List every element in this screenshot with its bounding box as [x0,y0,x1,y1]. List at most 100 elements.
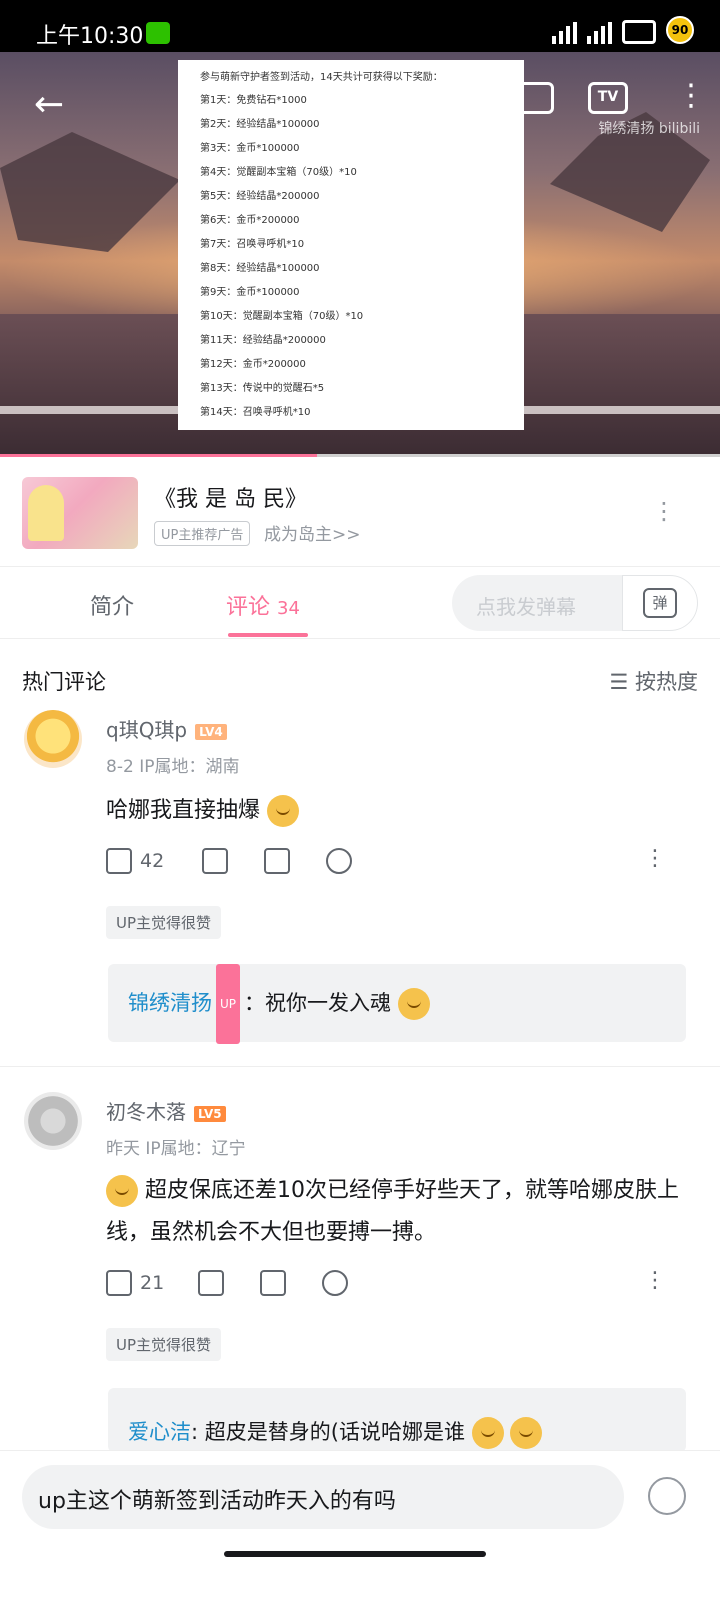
like-button[interactable]: 21 [106,1270,164,1296]
ad-link[interactable]: 成为岛主>> [264,520,361,545]
video-watermark: 锦绣清扬 bilibili [598,121,700,137]
level-badge: LV4 [195,723,227,740]
sort-button[interactable]: ☰ 按热度 [609,666,698,696]
comment-bubble-icon [326,848,352,874]
share-icon [264,848,290,874]
danmu-placeholder[interactable]: 点我发弹幕 [476,591,576,620]
up-liked-badge: UP主觉得很赞 [106,1328,222,1361]
reply-button[interactable] [326,848,352,874]
wifi-icon [622,20,656,44]
emoji-picker-icon[interactable] [648,1477,686,1515]
comment-username[interactable]: q琪Q琪p LV4 [106,714,227,743]
username-text: 初冬木落 [106,1100,186,1124]
comment-date: 昨天 [106,1139,140,1159]
comment-meta: 昨天 IP属地：辽宁 [106,1134,246,1159]
back-arrow-icon[interactable]: ← [34,84,64,125]
danmu-button[interactable]: 弹 [622,575,698,631]
comment-input-bar: up主这个萌新签到活动昨天入的有吗 [0,1450,720,1600]
comment-item: 初冬木落 LV5 昨天 IP属地：辽宁 超皮保底还差10次已经停手好些天了，就等哈… [0,1092,720,1452]
comment-input[interactable]: up主这个萌新签到活动昨天入的有吗 [22,1465,624,1529]
tab-comments-label: 评论 [226,595,271,620]
like-count: 42 [140,850,165,872]
thumbs-up-icon [106,1270,132,1296]
up-liked-badge: UP主觉得很赞 [106,906,222,939]
notice-line: 第11天：经验结晶*200000 [200,335,326,346]
hot-comments-title: 热门评论 [22,670,106,694]
like-button[interactable]: 42 [106,848,164,874]
cast-tv-icon[interactable]: TV [588,82,628,114]
comment-ip: IP属地：辽宁 [145,1139,246,1159]
ad-banner[interactable]: 《我 是 岛 民》 UP主推荐广告 成为岛主>> ⋮ [0,457,720,567]
comment-text: 哈娜我直接抽爆 [106,790,696,832]
reply-username[interactable]: 锦绣清扬 [128,991,212,1015]
more-options-icon[interactable]: ⋮ [676,81,706,111]
notice-line: 第9天：金币*100000 [200,287,300,298]
like-count: 21 [140,1272,165,1294]
reply-username[interactable]: 爱心洁 [128,1420,191,1444]
status-icons: 90 [552,16,694,44]
notice-line: 第13天：传说中的觉醒石*5 [200,383,325,394]
tab-underline [228,633,308,637]
avatar[interactable] [24,1092,82,1150]
reply-text: : 超皮是替身的(话说哈娜是谁 [191,1420,465,1444]
video-player[interactable]: ← TV ⋮ 锦绣清扬 bilibili 参与萌新守护者签到活动，14天共计可获… [0,52,720,454]
notice-line: 第7天：召唤寻呼机*10 [200,239,305,250]
comment-username[interactable]: 初冬木落 LV5 [106,1096,226,1125]
tab-comments-count: 34 [277,598,300,619]
comment-ip: IP属地：湖南 [139,757,240,777]
sort-label: 按热度 [635,670,698,694]
status-time: 上午10:30 [36,24,144,49]
reply-preview[interactable]: 锦绣清扬 UP ：祝你一发入魂 [108,964,686,1044]
reply-button[interactable] [322,1270,348,1296]
notice-line: 第5天：经验结晶*200000 [200,191,320,202]
up-tag: UP [216,964,241,1044]
crying-laugh-emoji-icon [510,1417,543,1449]
status-bar: 上午10:30 90 [0,0,720,52]
thumbs-down-icon [202,848,228,874]
share-button[interactable] [260,1270,286,1296]
share-button[interactable] [264,848,290,874]
notice-line: 第10天：觉醒副本宝箱（70级）*10 [200,311,364,322]
comment-bubble-icon [322,1270,348,1296]
tab-comments[interactable]: 评论 34 [226,589,300,621]
thumbs-down-icon [198,1270,224,1296]
comment-more-icon[interactable]: ⋮ [644,1268,666,1293]
danmu-input[interactable]: 点我发弹幕 弹 [452,575,698,631]
comment-meta: 8-2 IP属地：湖南 [106,752,239,777]
comment-actions: 42 ⋮ [106,846,666,880]
doge-emoji-icon [267,795,300,827]
notice-line: 第14天：召唤寻呼机*10 [200,407,311,418]
comments-header: 热门评论 ☰ 按热度 [0,640,720,710]
comment-text: 超皮保底还差10次已经停手好些天了，就等哈娜皮肤上线，虽然机会不大但也要搏一搏。 [106,1170,696,1254]
ad-thumbnail[interactable] [22,477,138,549]
danmu-icon: 弹 [643,588,677,618]
notice-line: 第1天：免费钻石*1000 [200,95,307,106]
reply-text: ：祝你一发入魂 [244,991,392,1015]
reply-preview[interactable]: 爱心洁: 超皮是替身的(话说哈娜是谁 [108,1388,686,1452]
battery-icon: 90 [666,16,694,44]
home-indicator [224,1551,486,1557]
ad-title[interactable]: 《我 是 岛 民》 [154,481,307,513]
notice-line: 第3天：金币*100000 [200,143,300,154]
notice-header: 参与萌新守护者签到活动，14天共计可获得以下奖励： [200,72,443,83]
dislike-button[interactable] [198,1270,224,1296]
dislike-button[interactable] [202,848,228,874]
avatar[interactable] [24,710,82,768]
share-icon [260,1270,286,1296]
comment-more-icon[interactable]: ⋮ [644,846,666,871]
tab-intro[interactable]: 简介 [90,589,134,621]
signal-icon [552,22,577,44]
ad-tag: UP主推荐广告 [154,521,251,546]
notice-line: 第6天：金币*200000 [200,215,300,226]
crying-laugh-emoji-icon [471,1417,504,1449]
tab-bar: 简介 评论 34 点我发弹幕 弹 [0,567,720,639]
comment-item: q琪Q琪p LV4 8-2 IP属地：湖南 哈娜我直接抽爆 42 ⋮ UP主觉得很… [0,710,720,1060]
ad-more-icon[interactable]: ⋮ [652,497,676,525]
notice-line: 第12天：金币*200000 [200,359,306,370]
comment-text-body: 哈娜我直接抽爆 [106,798,261,823]
notice-line: 第4天：觉醒副本宝箱（70级）*10 [200,167,357,178]
wechat-icon [146,22,170,44]
doge-emoji-icon [397,988,430,1020]
comment-date: 8-2 [106,757,134,777]
level-badge: LV5 [194,1105,226,1122]
